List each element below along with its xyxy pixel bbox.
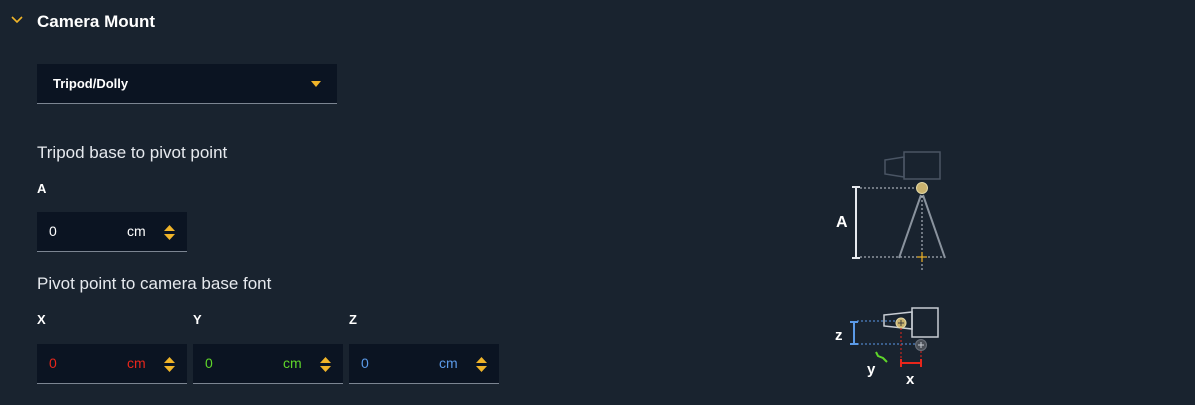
mount-type-dropdown[interactable]: Tripod/Dolly bbox=[37, 64, 337, 104]
diagram-z-label: z bbox=[835, 327, 843, 344]
z-unit: cm bbox=[439, 355, 458, 371]
y-dimension-icon bbox=[875, 351, 888, 363]
y-field: cm bbox=[193, 344, 343, 384]
y-input[interactable] bbox=[205, 355, 265, 371]
a-field-label: A bbox=[37, 181, 47, 196]
tripod-diagram: A bbox=[836, 151, 946, 270]
a-field: cm bbox=[37, 212, 187, 252]
chevron-down-icon bbox=[11, 16, 23, 24]
x-field: cm bbox=[37, 344, 187, 384]
a-unit: cm bbox=[127, 223, 146, 239]
x-dimension-icon bbox=[900, 359, 922, 367]
caret-down-icon bbox=[311, 81, 321, 87]
z-field-label: Z bbox=[349, 312, 357, 327]
z-stepper-icon[interactable] bbox=[476, 356, 487, 373]
tripod-group-label: Tripod base to pivot point bbox=[37, 143, 228, 162]
y-field-label: Y bbox=[193, 312, 202, 327]
pivot-point-icon bbox=[916, 182, 928, 194]
diagram-y-label: y bbox=[867, 361, 876, 378]
pivot-group-label: Pivot point to camera base font bbox=[37, 274, 272, 293]
x-field-label: X bbox=[37, 312, 46, 327]
pivot-offset-diagram: z y x bbox=[835, 307, 939, 388]
x-stepper-icon[interactable] bbox=[164, 356, 175, 373]
x-input[interactable] bbox=[49, 355, 109, 371]
y-unit: cm bbox=[283, 355, 302, 371]
a-input[interactable] bbox=[49, 223, 109, 239]
z-input[interactable] bbox=[361, 355, 421, 371]
camera-outline-icon bbox=[884, 151, 941, 180]
diagram-a-label: A bbox=[836, 214, 848, 231]
y-stepper-icon[interactable] bbox=[320, 356, 331, 373]
x-unit: cm bbox=[127, 355, 146, 371]
mount-type-value: Tripod/Dolly bbox=[53, 76, 129, 91]
diagram-x-label: x bbox=[906, 371, 915, 388]
a-stepper-icon[interactable] bbox=[164, 224, 175, 241]
z-field: cm bbox=[349, 344, 499, 384]
z-dimension-icon bbox=[850, 321, 858, 345]
camera-mount-section-header[interactable]: Camera Mount bbox=[0, 0, 1195, 44]
section-title: Camera Mount bbox=[37, 12, 156, 31]
tripod-base-point-icon bbox=[917, 252, 927, 262]
camera-outline-icon bbox=[883, 307, 939, 338]
